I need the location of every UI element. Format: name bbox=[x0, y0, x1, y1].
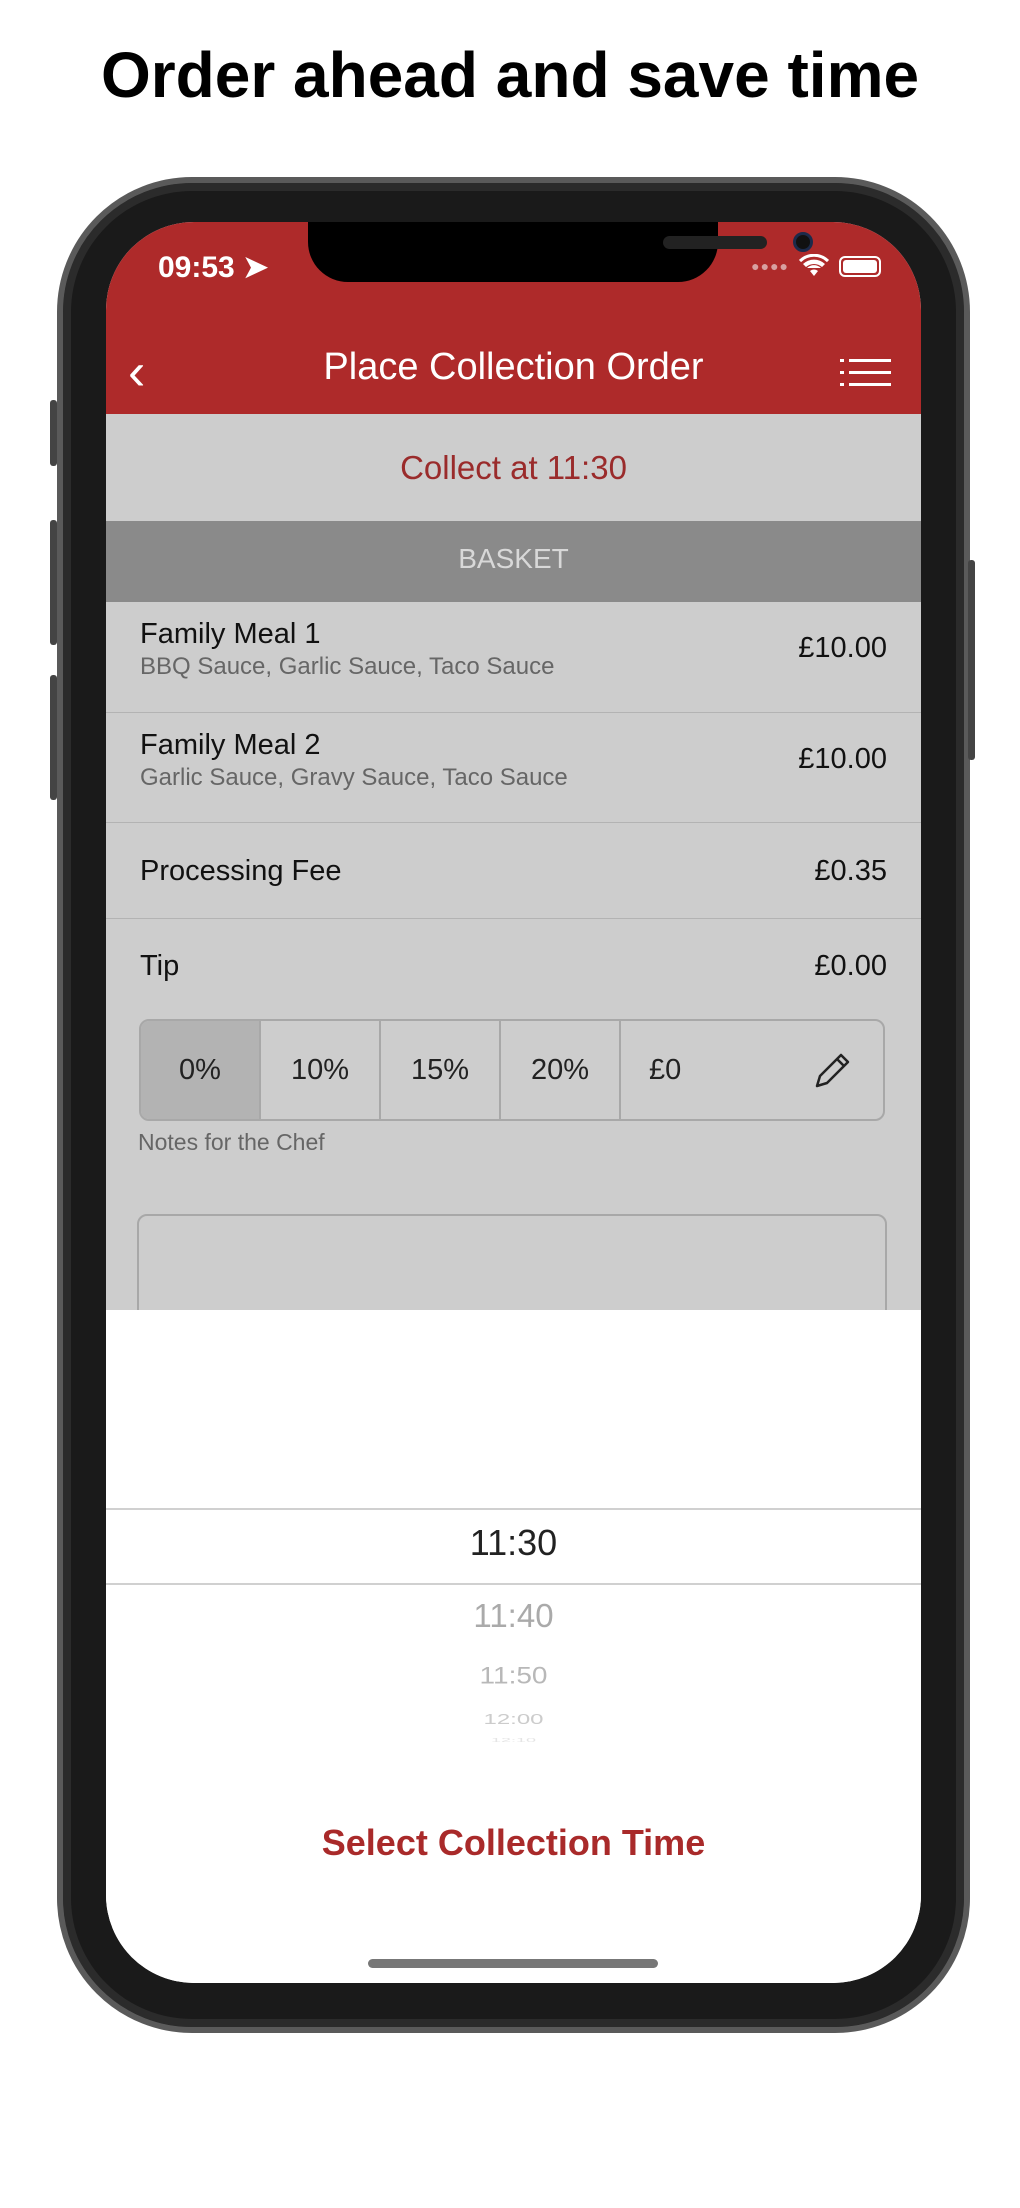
wifi-icon bbox=[799, 254, 829, 276]
basket-item[interactable]: Family Meal 1 BBQ Sauce, Garlic Sauce, T… bbox=[106, 602, 921, 713]
custom-tip-input[interactable]: £0 bbox=[621, 1021, 883, 1119]
page-title: Place Collection Order bbox=[323, 346, 704, 388]
tip-option-15[interactable]: 15% bbox=[381, 1021, 501, 1119]
order-content: Collect at 11:30 BASKET Family Meal 1 BB… bbox=[106, 414, 921, 1334]
picker-divider bbox=[106, 1583, 921, 1585]
signal-icon: ●●●● bbox=[751, 258, 789, 274]
headline: Order ahead and save time bbox=[100, 39, 920, 111]
status-icons: ●●●● bbox=[751, 254, 881, 278]
status-time: 09:53 ➤ bbox=[158, 251, 269, 284]
tip-option-10[interactable]: 10% bbox=[261, 1021, 381, 1119]
menu-button[interactable] bbox=[840, 350, 891, 386]
tip-option-0[interactable]: 0% bbox=[141, 1021, 261, 1119]
pencil-icon[interactable] bbox=[811, 1048, 855, 1092]
processing-fee-row: Processing Fee £0.35 bbox=[106, 823, 921, 919]
picker-option[interactable]: 12:00 bbox=[106, 1712, 921, 1729]
tip-option-20[interactable]: 20% bbox=[501, 1021, 621, 1119]
picker-option[interactable]: 11:40 bbox=[106, 1597, 921, 1635]
list-icon bbox=[840, 359, 891, 362]
power-button bbox=[968, 560, 975, 760]
picker-option-selected[interactable]: 11:30 bbox=[106, 1522, 921, 1564]
volume-up-button bbox=[50, 520, 57, 645]
app-header: 09:53 ➤ ●●●● ‹ Place Collection Order bbox=[106, 222, 921, 414]
basket-header: BASKET bbox=[106, 521, 921, 602]
volume-down-button bbox=[50, 675, 57, 800]
basket-item[interactable]: Family Meal 2 Garlic Sauce, Gravy Sauce,… bbox=[106, 713, 921, 823]
tip-selector: 0% 10% 15% 20% £0 bbox=[139, 1019, 885, 1121]
time-picker[interactable]: 11:30 11:40 11:50 12:00 12:10 bbox=[106, 1310, 921, 1983]
mute-switch bbox=[50, 400, 57, 466]
battery-icon bbox=[839, 255, 881, 277]
select-collection-time-button[interactable]: Select Collection Time bbox=[106, 1822, 921, 1864]
screen: 09:53 ➤ ●●●● ‹ Place Collection Order Co… bbox=[106, 222, 921, 1983]
picker-option[interactable]: 11:50 bbox=[106, 1662, 921, 1689]
picker-option[interactable]: 12:10 bbox=[106, 1737, 921, 1743]
home-indicator[interactable] bbox=[368, 1959, 658, 1968]
picker-divider bbox=[106, 1508, 921, 1510]
tip-row: Tip £0.00 bbox=[140, 950, 887, 982]
notch bbox=[308, 222, 813, 282]
location-arrow-icon: ➤ bbox=[243, 251, 269, 284]
notes-label: Notes for the Chef bbox=[138, 1129, 325, 1155]
collect-at-banner[interactable]: Collect at 11:30 bbox=[106, 414, 921, 521]
